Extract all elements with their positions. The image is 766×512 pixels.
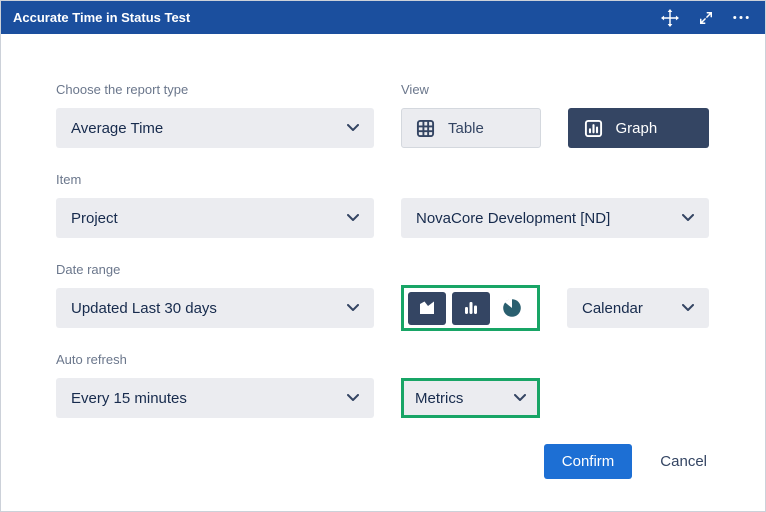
chevron-down-icon [347, 214, 359, 222]
metrics-field: Metrics [401, 352, 709, 418]
date-range-field: Date range Updated Last 30 days [56, 262, 374, 328]
chevron-down-icon [682, 304, 694, 312]
pie-chart-button[interactable] [496, 292, 528, 325]
date-range-select[interactable]: Updated Last 30 days [56, 288, 374, 328]
chevron-down-icon [682, 214, 694, 222]
cancel-button[interactable]: Cancel [660, 453, 707, 470]
chart-calendar-label-spacer [401, 262, 709, 278]
table-icon [416, 119, 435, 138]
area-chart-button[interactable] [408, 292, 446, 325]
chevron-down-icon [347, 394, 359, 402]
project-label-spacer [401, 172, 709, 188]
chevron-down-icon [347, 304, 359, 312]
dialog-footer: Confirm Cancel [1, 418, 765, 479]
view-table-label: Table [448, 120, 484, 137]
view-label: View [401, 82, 709, 98]
report-type-field: Choose the report type Average Time [56, 82, 374, 148]
more-icon[interactable] [733, 15, 749, 20]
dialog-title: Accurate Time in Status Test [13, 10, 190, 25]
auto-refresh-label: Auto refresh [56, 352, 374, 368]
project-value: NovaCore Development [ND] [416, 210, 610, 227]
item-select[interactable]: Project [56, 198, 374, 238]
view-graph-label: Graph [616, 120, 658, 137]
item-value: Project [71, 210, 118, 227]
project-select[interactable]: NovaCore Development [ND] [401, 198, 709, 238]
fullscreen-icon[interactable] [699, 11, 713, 25]
project-field: NovaCore Development [ND] [401, 172, 709, 238]
date-range-label: Date range [56, 262, 374, 278]
report-type-label: Choose the report type [56, 82, 374, 98]
view-table-button[interactable]: Table [401, 108, 541, 148]
auto-refresh-value: Every 15 minutes [71, 390, 187, 407]
item-label: Item [56, 172, 374, 188]
metrics-select[interactable]: Metrics [401, 378, 540, 418]
chart-calendar-field: Calendar [401, 262, 709, 328]
report-type-select[interactable]: Average Time [56, 108, 374, 148]
metrics-label-spacer [401, 352, 709, 368]
dialog-header: Accurate Time in Status Test [1, 1, 765, 34]
chevron-down-icon [514, 394, 526, 402]
date-range-value: Updated Last 30 days [71, 300, 217, 317]
metrics-value: Metrics [415, 390, 463, 407]
header-icons [661, 9, 749, 27]
confirm-button[interactable]: Confirm [544, 444, 633, 479]
chart-type-toggle-group [401, 285, 540, 331]
move-icon[interactable] [661, 9, 679, 27]
dialog-body: Choose the report type Average Time View [1, 34, 765, 418]
graph-icon [584, 119, 603, 138]
auto-refresh-select[interactable]: Every 15 minutes [56, 378, 374, 418]
chevron-down-icon [347, 124, 359, 132]
calendar-select[interactable]: Calendar [567, 288, 709, 328]
calendar-value: Calendar [582, 300, 643, 317]
report-type-value: Average Time [71, 120, 163, 137]
view-graph-button[interactable]: Graph [568, 108, 710, 148]
auto-refresh-field: Auto refresh Every 15 minutes [56, 352, 374, 418]
dialog: Accurate Time in Status Test [0, 0, 766, 512]
view-field: View Table [401, 82, 709, 148]
item-field: Item Project [56, 172, 374, 238]
bar-chart-button[interactable] [452, 292, 490, 325]
